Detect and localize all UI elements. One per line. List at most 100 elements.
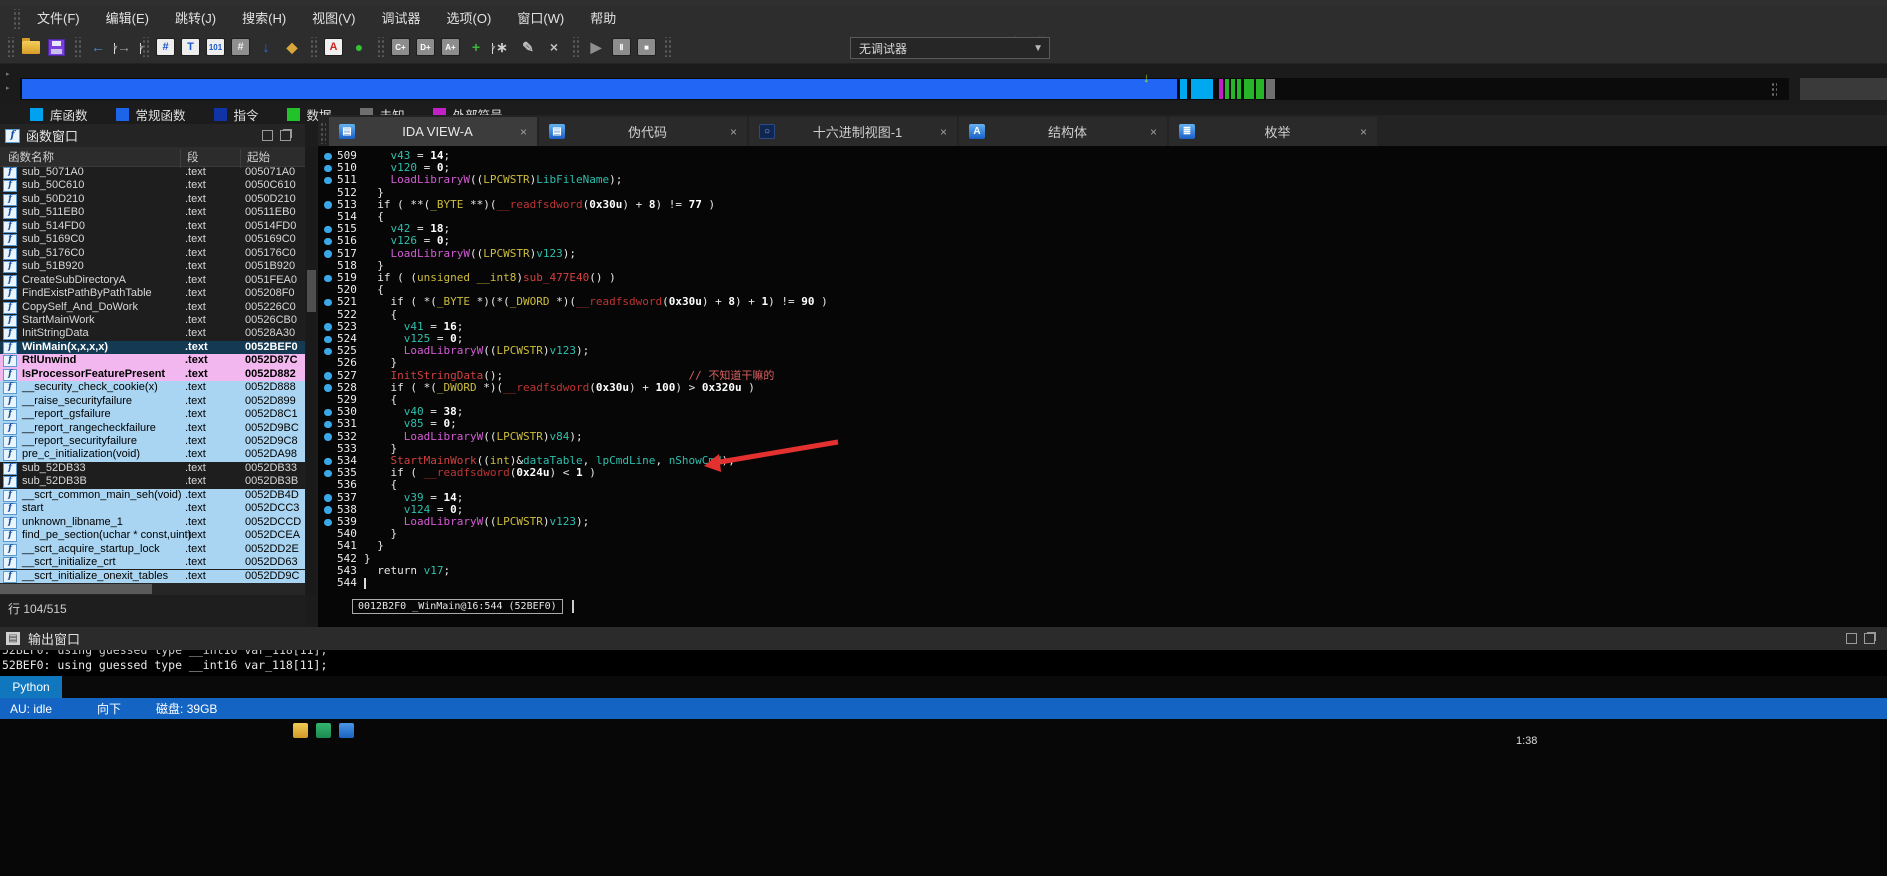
- menu-item-F[interactable]: 文件(F): [24, 6, 93, 31]
- function-row[interactable]: fsub_51B920.text0051B920: [0, 260, 305, 273]
- function-row[interactable]: fsub_5176C0.text005176C0: [0, 247, 305, 260]
- float-icon[interactable]: [280, 130, 291, 141]
- pseudocode-view[interactable]: 509 v43 = 14;510 v120 = 0;511 LoadLibrar…: [318, 146, 1887, 627]
- menu-item-J[interactable]: 跳转(J): [162, 6, 229, 31]
- function-row[interactable]: fsub_50D210.text0050D210: [0, 193, 305, 206]
- output-float-icon[interactable]: [1864, 633, 1875, 644]
- function-row[interactable]: f__security_check_cookie(x).text0052D888: [0, 381, 305, 394]
- tab-IDA VIEW-A[interactable]: ▤IDA VIEW-A×: [329, 117, 537, 146]
- function-row[interactable]: ffind_pe_section(uchar * const,uint).tex…: [0, 529, 305, 542]
- breakpoint-dot-icon[interactable]: [324, 458, 332, 466]
- breakpoint-dot-icon[interactable]: [324, 348, 332, 356]
- jump-down-icon[interactable]: ↓: [256, 37, 276, 57]
- menu-item-O[interactable]: 选项(O): [434, 6, 505, 31]
- tab-十六进制视图-1[interactable]: ○十六进制视图-1×: [749, 117, 957, 146]
- taskbar-app-icon[interactable]: [339, 723, 354, 738]
- function-row[interactable]: fstart.text0052DCC3: [0, 502, 305, 515]
- taskbar-folder-icon[interactable]: [293, 723, 308, 738]
- function-row[interactable]: fIsProcessorFeaturePresent.text0052D882: [0, 368, 305, 381]
- function-row[interactable]: fWinMain(x,x,x,x).text0052BEF0: [0, 341, 305, 354]
- create-code-icon[interactable]: C+: [391, 38, 410, 56]
- navband-position-marker-icon[interactable]: ↓: [1143, 70, 1150, 85]
- data-region[interactable]: [1237, 79, 1241, 99]
- back-icon[interactable]: ←▾: [88, 37, 108, 57]
- functions-column-header[interactable]: 函数名称 段 起始: [0, 147, 305, 167]
- stop-debug-icon[interactable]: ■: [637, 38, 656, 56]
- tab-close-icon[interactable]: ×: [730, 125, 737, 139]
- data-region[interactable]: [1256, 79, 1264, 99]
- debugger-selector-combo[interactable]: 无调试器 ▼: [850, 37, 1050, 59]
- menu-item-V[interactable]: 视图(V): [299, 6, 368, 31]
- vscrollbar-thumb[interactable]: [307, 270, 316, 312]
- breakpoint-dot-icon[interactable]: [324, 494, 332, 502]
- function-row[interactable]: f__scrt_initialize_crt.text0052DD63: [0, 556, 305, 569]
- breakpoint-dot-icon[interactable]: [324, 433, 332, 441]
- delete-icon[interactable]: ×: [544, 37, 564, 57]
- search-sequence-icon[interactable]: 101: [206, 38, 225, 56]
- tab-伪代码[interactable]: ▤伪代码×: [539, 117, 747, 146]
- tab-close-icon[interactable]: ×: [1150, 125, 1157, 139]
- breakpoint-dot-icon[interactable]: [324, 299, 332, 307]
- breakpoint-dot-icon[interactable]: [324, 409, 332, 417]
- hscrollbar-thumb[interactable]: [0, 584, 152, 594]
- tab-close-icon[interactable]: ×: [940, 125, 947, 139]
- restore-icon[interactable]: [262, 130, 273, 141]
- column-header-2[interactable]: 起始: [247, 149, 270, 165]
- problems-icon[interactable]: A: [324, 38, 343, 56]
- function-row[interactable]: f__raise_securityfailure.text0052D899: [0, 395, 305, 408]
- function-row[interactable]: fCreateSubDirectoryA.text0051FEA0: [0, 274, 305, 287]
- menu-item-W[interactable]: 窗口(W): [504, 6, 577, 31]
- function-row[interactable]: f__scrt_acquire_startup_lock.text0052DD2…: [0, 543, 305, 556]
- forward-icon[interactable]: →▾: [114, 37, 134, 57]
- tab-结构体[interactable]: A结构体×: [959, 117, 1167, 146]
- library-function-region[interactable]: [1180, 79, 1187, 99]
- breakpoint-dot-icon[interactable]: [324, 238, 332, 246]
- flashlight-icon[interactable]: ◆: [282, 37, 302, 57]
- function-row[interactable]: fsub_52DB33.text0052DB33: [0, 462, 305, 475]
- function-row[interactable]: fsub_5169C0.text005169C0: [0, 233, 305, 246]
- function-row[interactable]: fsub_52DB3B.text0052DB3B: [0, 475, 305, 488]
- add-xref-icon[interactable]: +▾: [466, 37, 486, 57]
- search-text-icon[interactable]: T: [181, 38, 200, 56]
- function-row[interactable]: fsub_5071A0.text005071A0: [0, 166, 305, 179]
- breakpoint-dot-icon[interactable]: [324, 177, 332, 185]
- open-file-icon[interactable]: [22, 41, 40, 54]
- breakpoint-dot-icon[interactable]: [324, 506, 332, 514]
- function-row[interactable]: f__scrt_initialize_onexit_tables.text005…: [0, 570, 305, 583]
- unknown-region[interactable]: [1266, 79, 1275, 99]
- function-row[interactable]: fInitStringData.text00528A30: [0, 327, 305, 340]
- menu-item-[interactable]: 帮助: [577, 6, 629, 31]
- function-row[interactable]: funknown_libname_1.text0052DCCD: [0, 516, 305, 529]
- breakpoint-dot-icon[interactable]: [324, 165, 332, 173]
- column-header-1[interactable]: 段: [187, 149, 199, 165]
- tab-close-icon[interactable]: ×: [1360, 125, 1367, 139]
- breakpoint-dot-icon[interactable]: [324, 421, 332, 429]
- navband-handle-icon[interactable]: ▸: [6, 84, 10, 92]
- taskbar-app-icon[interactable]: [316, 723, 331, 738]
- search-number-icon[interactable]: #: [156, 38, 175, 56]
- function-row[interactable]: fpre_c_initialization(void).text0052DA98: [0, 448, 305, 461]
- data-region[interactable]: [1244, 79, 1254, 99]
- function-row[interactable]: fRtlUnwind.text0052D87C: [0, 354, 305, 367]
- data-region[interactable]: [1225, 79, 1229, 99]
- navband-handle-icon[interactable]: ▸: [6, 70, 10, 78]
- functions-vscrollbar[interactable]: [306, 147, 317, 596]
- menu-item-[interactable]: 调试器: [369, 6, 434, 31]
- function-row[interactable]: f__scrt_common_main_seh(void).text0052DB…: [0, 489, 305, 502]
- function-row[interactable]: fStartMainWork.text00526CB0: [0, 314, 305, 327]
- breakpoint-dot-icon[interactable]: [324, 384, 332, 392]
- output-restore-icon[interactable]: [1846, 633, 1857, 644]
- column-header-0[interactable]: 函数名称: [8, 149, 54, 165]
- library-function-region[interactable]: [1191, 79, 1213, 99]
- save-icon[interactable]: [48, 39, 65, 56]
- navigation-band[interactable]: [20, 78, 1789, 100]
- menu-item-E[interactable]: 编辑(E): [93, 6, 162, 31]
- rename-icon[interactable]: A+: [441, 38, 460, 56]
- function-row[interactable]: fCopySelf_And_DoWork.text005226C0: [0, 301, 305, 314]
- regular-function-region[interactable]: [22, 79, 1177, 99]
- tab-close-icon[interactable]: ×: [520, 125, 527, 139]
- breakpoint-dot-icon[interactable]: [324, 519, 332, 527]
- breakpoint-dot-icon[interactable]: [324, 323, 332, 331]
- run-analysis-icon[interactable]: ●: [349, 37, 369, 57]
- function-row[interactable]: fFindExistPathByPathTable.text005208F0: [0, 287, 305, 300]
